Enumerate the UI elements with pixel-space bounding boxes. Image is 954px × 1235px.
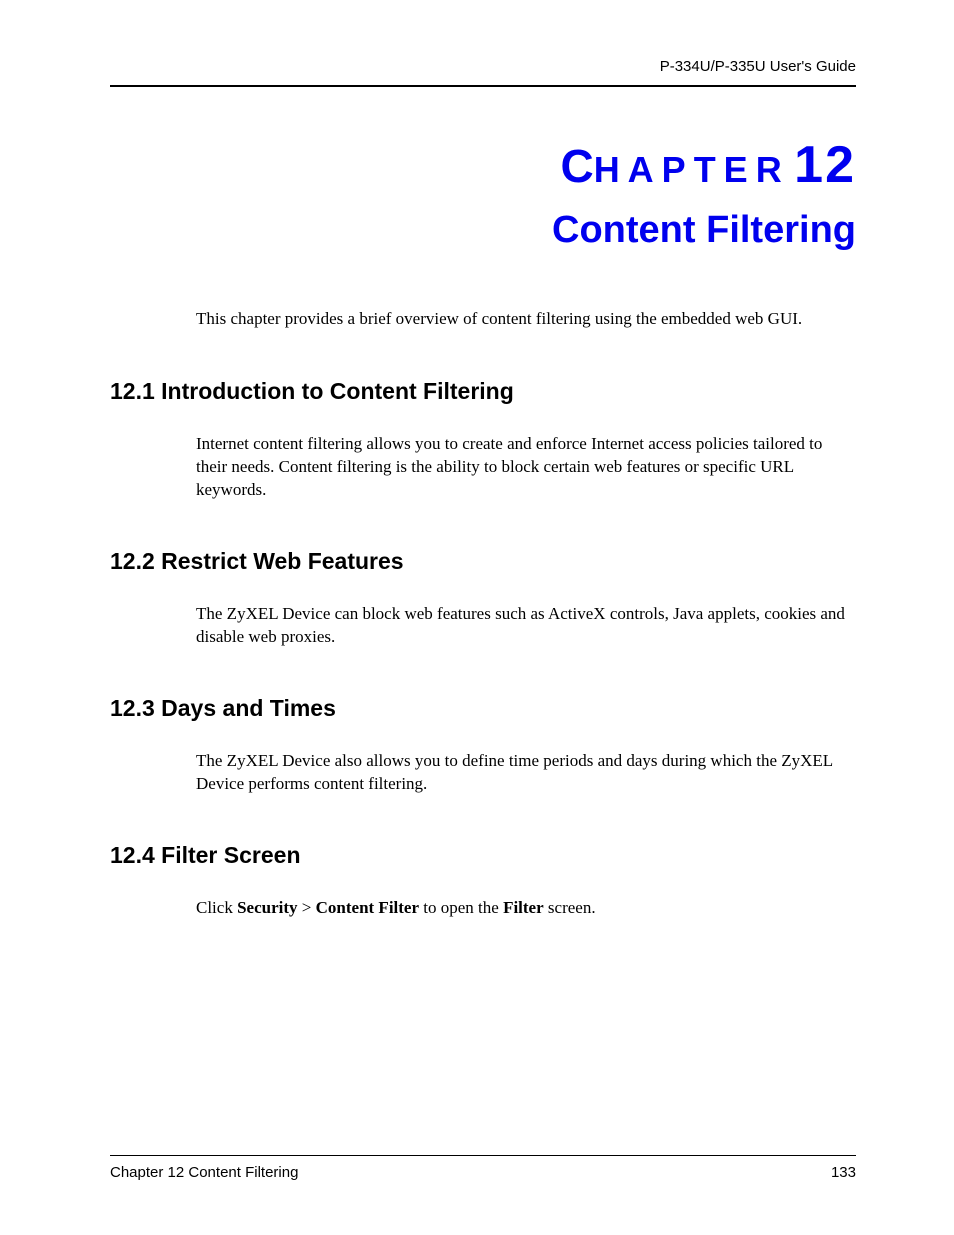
header-guide-title: P-334U/P-335U User's Guide	[110, 58, 856, 75]
footer-left: Chapter 12 Content Filtering	[110, 1164, 298, 1181]
chapter-label: CHAPTER 12	[110, 135, 856, 195]
section-body-1: Internet content filtering allows you to…	[196, 433, 846, 502]
section-heading-3: 12.3 Days and Times	[110, 695, 856, 722]
section-heading-2: 12.2 Restrict Web Features	[110, 548, 856, 575]
chapter-title: Content Filtering	[110, 209, 856, 252]
section-heading-4: 12.4 Filter Screen	[110, 842, 856, 869]
chapter-number: 12	[794, 136, 856, 194]
header-rule	[110, 85, 856, 87]
filter-bold-3: Filter	[503, 898, 544, 917]
chapter-intro: This chapter provides a brief overview o…	[196, 308, 856, 330]
section-body-2: The ZyXEL Device can block web features …	[196, 603, 846, 649]
section-body-3: The ZyXEL Device also allows you to defi…	[196, 750, 846, 796]
filter-prefix: Click	[196, 898, 237, 917]
footer-page-number: 133	[831, 1164, 856, 1181]
chapter-label-first-letter: C	[560, 140, 593, 192]
filter-suffix: screen.	[544, 898, 596, 917]
chapter-label-rest: HAPTER	[594, 149, 790, 190]
filter-mid-2: to open the	[419, 898, 503, 917]
filter-screen-paragraph: Click Security > Content Filter to open …	[196, 897, 846, 920]
footer-rule	[110, 1155, 856, 1156]
footer: Chapter 12 Content Filtering 133	[110, 1155, 856, 1181]
filter-bold-2: Content Filter	[316, 898, 419, 917]
filter-mid-1: >	[298, 898, 316, 917]
filter-bold-1: Security	[237, 898, 297, 917]
section-heading-1: 12.1 Introduction to Content Filtering	[110, 378, 856, 405]
